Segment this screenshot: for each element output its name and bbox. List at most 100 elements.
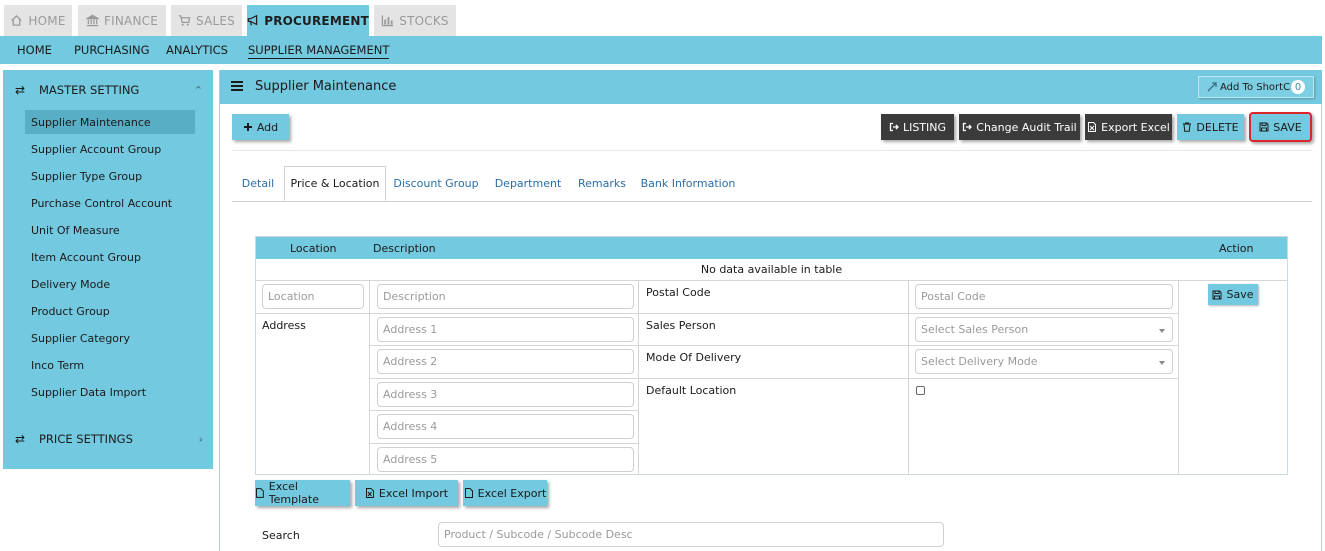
excel-import-label: Excel Import (378, 486, 449, 500)
subnav-analytics[interactable]: ANALYTICS (166, 43, 228, 57)
module-tab-sales[interactable]: SALES (171, 5, 242, 36)
divider (638, 378, 1178, 379)
home-icon (11, 14, 22, 26)
divider (369, 345, 638, 346)
trash-icon (1183, 122, 1192, 132)
change-audit-trail-button[interactable]: Change Audit Trail (959, 114, 1080, 140)
excel-file-icon (365, 488, 374, 498)
add-button[interactable]: Add (232, 114, 289, 140)
location-input[interactable]: Location (262, 284, 364, 309)
tab-department[interactable]: Department (492, 166, 564, 201)
search-input[interactable]: Product / Subcode / Subcode Desc (438, 522, 944, 547)
sidebar: ⇄ MASTER SETTING ⌃ Supplier Maintenance … (3, 70, 213, 469)
mode-of-delivery-label: Mode Of Delivery (646, 351, 742, 364)
export-button-label: Export Excel (1101, 120, 1170, 134)
sidebar-section-label: PRICE SETTINGS (39, 432, 133, 446)
chevron-right-icon: › (198, 432, 203, 446)
sales-person-label: Sales Person (646, 319, 716, 332)
sidebar-item-supplier-data-import[interactable]: Supplier Data Import (25, 380, 195, 404)
export-excel-button[interactable]: Export Excel (1085, 114, 1172, 140)
main-panel: Supplier Maintenance Add To ShortCut 0 A… (219, 70, 1322, 551)
tab-detail[interactable]: Detail (236, 166, 280, 201)
sidebar-section-price-settings[interactable]: ⇄ PRICE SETTINGS › (3, 428, 213, 450)
listing-button[interactable]: LISTING (881, 114, 954, 140)
excel-import-button[interactable]: Excel Import (355, 480, 458, 506)
location-table: Location Description Action No data avai… (255, 236, 1288, 475)
swap-arrows-icon: ⇄ (15, 83, 26, 97)
divider (369, 443, 638, 444)
sidebar-item-inco-term[interactable]: Inco Term (25, 353, 195, 377)
file-icon (464, 488, 473, 498)
menu-icon[interactable] (231, 81, 243, 91)
module-tab-label: FINANCE (104, 13, 158, 28)
sidebar-item-delivery-mode[interactable]: Delivery Mode (25, 272, 195, 296)
subnav-supplier-management[interactable]: SUPPLIER MANAGEMENT (248, 43, 390, 59)
row-save-button[interactable]: Save (1208, 284, 1258, 305)
address-1-input[interactable]: Address 1 (377, 317, 634, 342)
add-button-label: Add (256, 120, 279, 134)
sidebar-item-item-account-group[interactable]: Item Account Group (25, 245, 195, 269)
audit-button-label: Change Audit Trail (976, 120, 1077, 134)
row-save-label: Save (1226, 288, 1254, 301)
postal-code-input[interactable]: Postal Code (915, 284, 1173, 309)
delivery-mode-select[interactable]: Select Delivery Mode (915, 349, 1173, 374)
address-4-input[interactable]: Address 4 (377, 414, 634, 439)
divider (638, 313, 1178, 314)
module-tab-stocks[interactable]: STOCKS (374, 5, 456, 36)
excel-export-label: Excel Export (477, 486, 547, 500)
sidebar-item-supplier-category[interactable]: Supplier Category (25, 326, 195, 350)
sidebar-item-product-group[interactable]: Product Group (25, 299, 195, 323)
module-tab-label: PROCUREMENT (264, 13, 369, 28)
add-to-shortcut-button[interactable]: Add To ShortCut 0 (1198, 76, 1314, 98)
sidebar-item-supplier-account-group[interactable]: Supplier Account Group (25, 137, 195, 161)
module-tab-label: SALES (196, 13, 235, 28)
sidebar-section-master-setting[interactable]: ⇄ MASTER SETTING ⌃ (3, 79, 213, 101)
default-location-label: Default Location (646, 384, 737, 397)
delete-button[interactable]: DELETE (1177, 114, 1244, 140)
address-3-input[interactable]: Address 3 (377, 382, 634, 407)
delete-button-label: DELETE (1196, 120, 1239, 134)
sidebar-section-label: MASTER SETTING (39, 83, 140, 97)
sign-out-icon (889, 122, 899, 132)
floppy-disk-icon (1212, 290, 1222, 299)
module-tab-procurement[interactable]: PROCUREMENT (247, 5, 369, 36)
description-input[interactable]: Description (377, 284, 634, 309)
cart-icon (178, 15, 191, 26)
address-label: Address (262, 319, 306, 332)
subnav-purchasing[interactable]: PURCHASING (74, 43, 150, 57)
address-2-input[interactable]: Address 2 (377, 349, 634, 374)
excel-file-icon (1088, 122, 1097, 132)
sidebar-item-purchase-control-account[interactable]: Purchase Control Account (25, 191, 195, 215)
divider (1178, 281, 1179, 475)
column-header-action: Action (1219, 242, 1254, 255)
save-button-label: SAVE (1273, 120, 1302, 134)
tab-bank-information[interactable]: Bank Information (640, 166, 736, 201)
divider (256, 313, 369, 314)
sales-person-select[interactable]: Select Sales Person (915, 317, 1173, 342)
excel-export-button[interactable]: Excel Export (463, 480, 547, 506)
tab-price-location[interactable]: Price & Location (284, 166, 386, 201)
module-tab-finance[interactable]: FINANCE (78, 5, 166, 36)
divider (232, 150, 1312, 151)
excel-template-button[interactable]: Excel Template (255, 480, 350, 506)
module-tab-label: HOME (28, 13, 66, 28)
module-tab-home[interactable]: HOME (4, 5, 72, 36)
save-button[interactable]: SAVE (1249, 112, 1312, 142)
sidebar-item-supplier-maintenance[interactable]: Supplier Maintenance (25, 110, 195, 134)
panel-header: Supplier Maintenance Add To ShortCut 0 (220, 70, 1322, 104)
address-5-input[interactable]: Address 5 (377, 447, 634, 472)
shortcut-label: Add To ShortCut (1220, 81, 1301, 93)
sidebar-item-supplier-type-group[interactable]: Supplier Type Group (25, 164, 195, 188)
tab-remarks[interactable]: Remarks (576, 166, 628, 201)
table-header: Location Description Action (256, 237, 1287, 259)
listing-button-label: LISTING (902, 120, 947, 134)
excel-template-label: Excel Template (268, 480, 319, 506)
tab-discount-group[interactable]: Discount Group (392, 166, 480, 201)
search-label: Search (262, 529, 300, 542)
divider (369, 378, 638, 379)
shortcut-count-badge: 0 (1291, 80, 1305, 94)
default-location-checkbox[interactable] (916, 386, 925, 395)
sidebar-item-unit-of-measure[interactable]: Unit Of Measure (25, 218, 195, 242)
subnav-home[interactable]: HOME (17, 43, 52, 57)
column-header-description: Description (373, 242, 436, 255)
